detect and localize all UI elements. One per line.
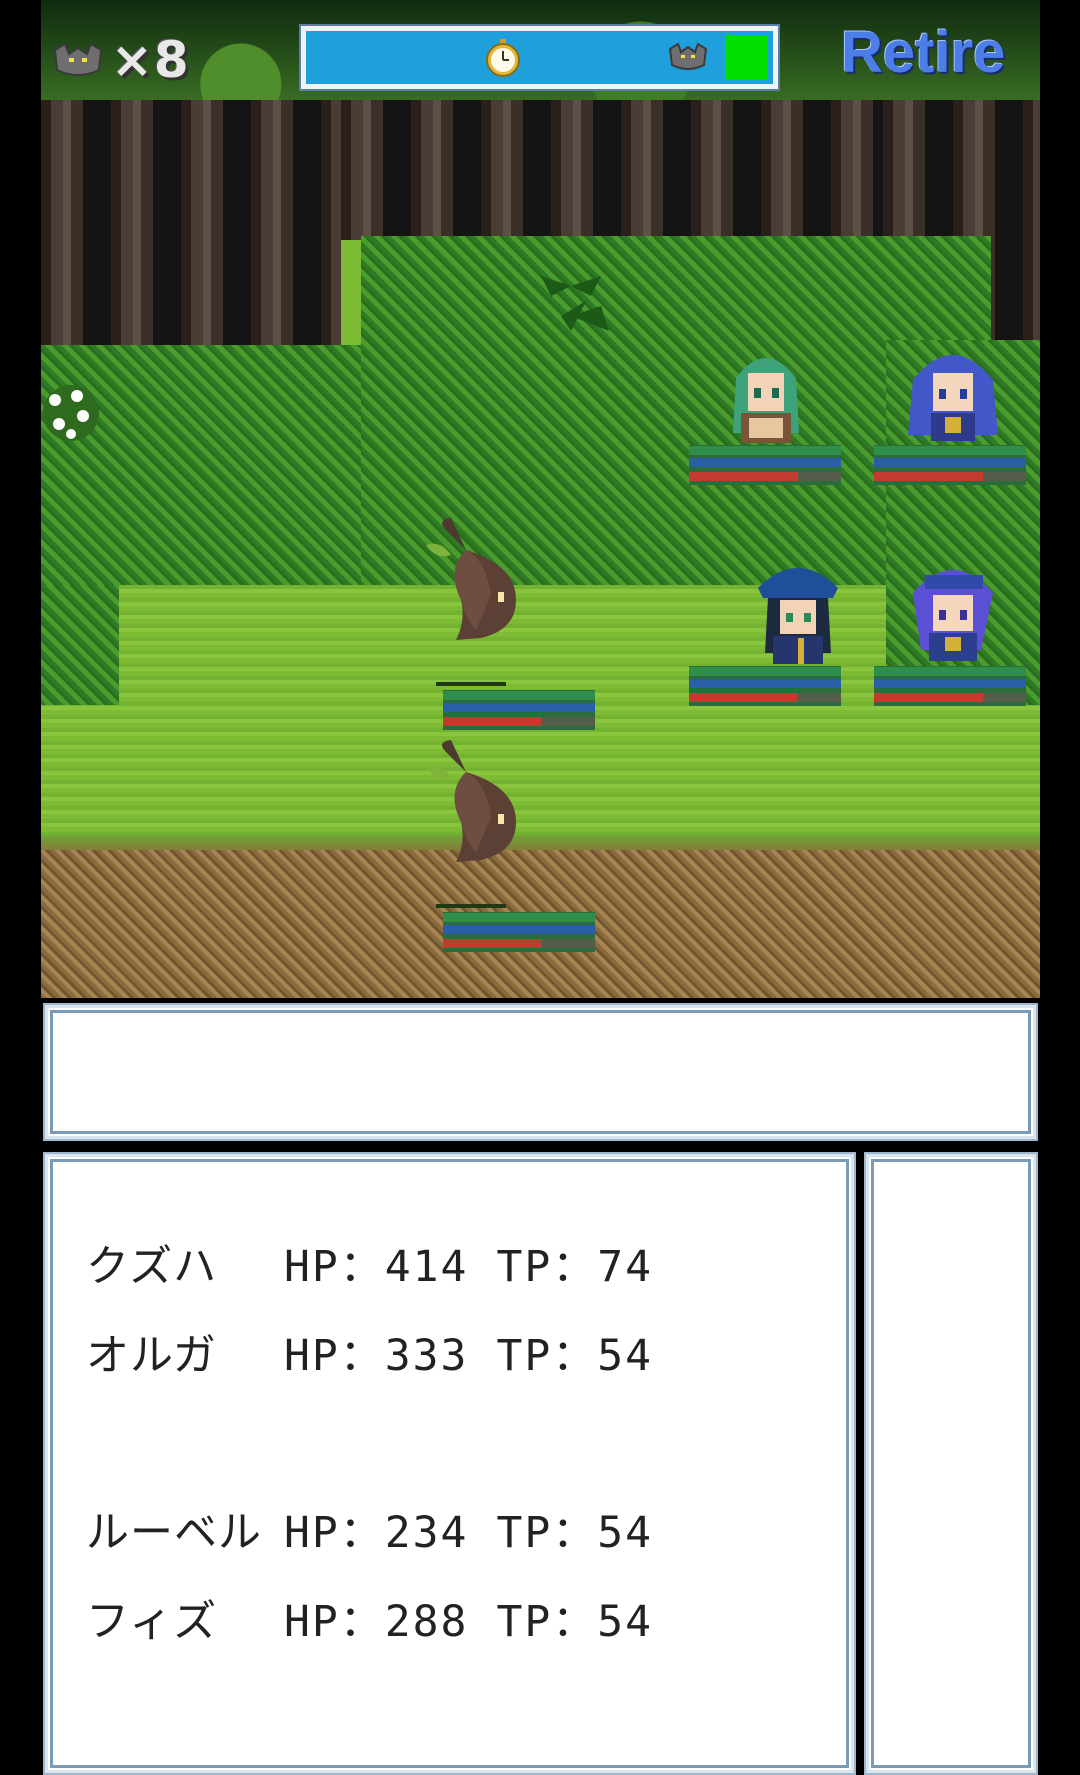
enemy-sprout-1[interactable] — [406, 510, 536, 645]
party-member-tp: TP：74 — [496, 1242, 654, 1292]
weed-plant — [541, 276, 609, 331]
party-row[interactable]: ルーベル HP：234 TP：54 — [86, 1499, 653, 1559]
party-member-name: オルガ — [86, 1331, 217, 1381]
bat-icon — [668, 42, 708, 70]
ally-gauge-1 — [689, 445, 841, 485]
turn-timer-bar — [299, 24, 780, 91]
ally-hp-fill-3 — [689, 693, 799, 702]
command-window[interactable] — [864, 1152, 1038, 1775]
enemy-hp-fill-1 — [443, 717, 542, 726]
tree-trunks-left — [41, 100, 341, 355]
party-member-name: フィズ — [86, 1597, 218, 1647]
party-row[interactable]: フィズ HP：288 TP：54 — [86, 1588, 653, 1648]
ally-gauge-4 — [874, 666, 1026, 706]
enemy-sprout-2[interactable] — [406, 732, 536, 867]
enemy-count-text: ×8 — [111, 31, 190, 89]
hedge-left-strip — [41, 585, 119, 705]
enemy-gauge-2 — [443, 912, 595, 952]
party-member-name: ルーベル — [86, 1508, 262, 1558]
ally-gauge-3 — [689, 666, 841, 706]
retire-button[interactable]: Retire — [841, 18, 1036, 88]
party-row[interactable]: クズハ HP：414 TP：74 — [86, 1233, 653, 1293]
timer-end-marker — [725, 35, 767, 80]
bat-icon — [53, 42, 103, 76]
party-member-tp: TP：54 — [496, 1597, 654, 1647]
party-row[interactable]: オルガ HP：333 TP：54 — [86, 1322, 653, 1382]
ally-sprite-green-hair[interactable] — [721, 338, 811, 448]
ally-sprite-blue-hair[interactable] — [903, 335, 1003, 445]
party-member-hp: HP：288 — [284, 1597, 469, 1647]
party-member-hp: HP：333 — [284, 1331, 469, 1381]
ally-hp-fill-4 — [874, 693, 984, 702]
enemy-gauge-1 — [443, 690, 595, 730]
enemy-count-display: ×8 — [51, 30, 190, 90]
party-status-window: クズハ HP：414 TP：74 オルガ HP：333 TP：54 ルーベル H… — [43, 1152, 856, 1775]
party-member-name: クズハ — [86, 1242, 218, 1292]
white-flower-bush — [43, 385, 99, 441]
battlefield[interactable]: ×8 Retire — [41, 0, 1040, 998]
party-member-tp: TP：54 — [496, 1331, 654, 1381]
enemy-action-gauge-2 — [436, 904, 506, 908]
ally-hp-fill-2 — [874, 472, 984, 481]
ally-hp-fill-1 — [689, 472, 799, 481]
tree-trunks-middle — [341, 100, 883, 240]
pocket-watch-icon — [486, 39, 520, 77]
ally-sprite-purple-hair[interactable] — [903, 555, 1003, 665]
party-member-hp: HP：414 — [284, 1242, 469, 1292]
party-member-hp: HP：234 — [284, 1508, 469, 1558]
party-member-tp: TP：54 — [496, 1508, 654, 1558]
message-window — [43, 1003, 1038, 1141]
game-screen: ×8 Retire クズハ HP：414 TP：74 オルガ HP：333 TP… — [41, 0, 1040, 1775]
enemy-action-gauge-1 — [436, 682, 506, 686]
ally-sprite-hat-girl[interactable] — [753, 558, 843, 668]
ally-gauge-2 — [874, 445, 1026, 485]
enemy-hp-fill-2 — [443, 939, 542, 948]
